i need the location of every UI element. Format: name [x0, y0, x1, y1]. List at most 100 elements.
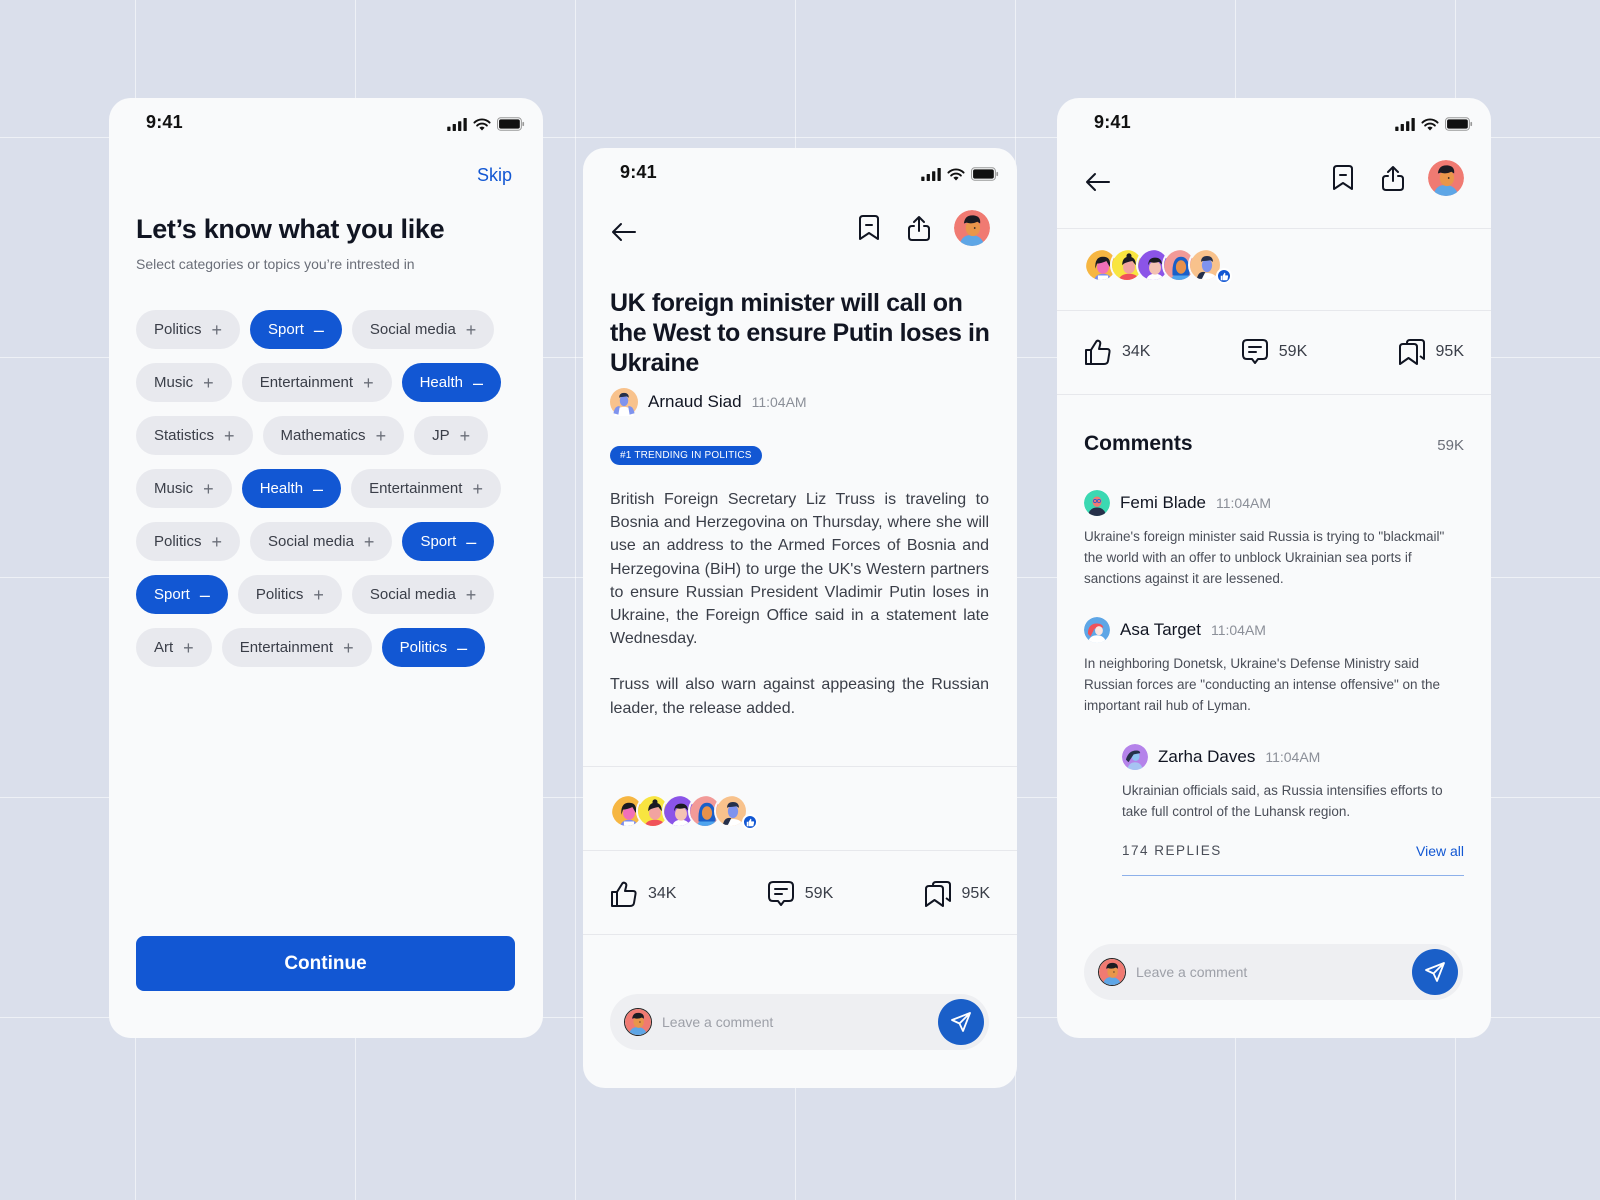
comment-input[interactable] — [1136, 964, 1412, 980]
composer-avatar — [624, 1008, 652, 1036]
bookmark-button[interactable] — [854, 213, 884, 243]
article-title: UK foreign minister will call on the Wes… — [610, 289, 990, 377]
comments-button[interactable]: 59K — [1241, 338, 1307, 366]
topic-chip[interactable]: Social media + — [351, 310, 495, 349]
status-bar: 9:41 — [1057, 98, 1491, 150]
chip-row: Music + Health – Entertainment + — [136, 469, 526, 508]
commenter-name[interactable]: Zarha Daves — [1158, 747, 1255, 767]
replies-row: 174 REPLIES View all — [1122, 843, 1464, 876]
send-button[interactable] — [938, 999, 984, 1045]
topic-chip-label: Mathematics — [280, 427, 366, 444]
topic-chip[interactable]: Entertainment + — [241, 363, 392, 402]
divider — [1057, 228, 1491, 229]
commenter-name[interactable]: Asa Target — [1120, 620, 1201, 640]
topic-chip[interactable]: Entertainment + — [351, 469, 501, 508]
comment-icon — [1241, 338, 1269, 366]
topic-chip[interactable]: Social media + — [250, 522, 393, 561]
topic-chip-label: Social media — [369, 321, 456, 338]
signal-icon — [921, 168, 941, 181]
reactor-avatars[interactable] — [610, 794, 758, 830]
topic-chip[interactable]: Sport – — [402, 522, 495, 561]
bookmarks-icon — [924, 880, 952, 908]
topic-chip-label: Sport — [154, 586, 190, 603]
nav-actions — [1328, 160, 1464, 196]
topic-chip[interactable]: Politics + — [136, 310, 241, 349]
comment-text: Ukraine's foreign minister said Russia i… — [1084, 529, 1445, 586]
comments-title: Comments — [1084, 432, 1193, 455]
topic-chip[interactable]: Sport – — [136, 575, 228, 614]
topic-chip[interactable]: Art + — [136, 628, 212, 667]
comment-item: Femi Blade 11:04AM Ukraine's foreign min… — [1084, 490, 1464, 589]
comments-screen: 9:41 34K 59K 95K Comments 59K Femi Blade… — [1057, 98, 1491, 1038]
topic-chip[interactable]: Entertainment + — [221, 628, 372, 667]
topic-chip[interactable]: Statistics + — [136, 416, 253, 455]
status-time: 9:41 — [620, 162, 657, 182]
thumbs-up-icon — [610, 880, 638, 908]
view-all-link[interactable]: View all — [1416, 843, 1464, 859]
topic-chip[interactable]: Health – — [401, 363, 501, 402]
battery-icon — [1445, 117, 1473, 131]
skip-button[interactable]: Skip — [477, 165, 512, 186]
reactor-avatars[interactable] — [1084, 248, 1232, 284]
send-icon — [949, 1010, 973, 1034]
topic-chip[interactable]: Sport – — [250, 310, 342, 349]
chip-row: Statistics + Mathematics + JP + — [136, 416, 526, 455]
bookmark-icon — [1331, 164, 1355, 192]
topic-chip[interactable]: Politics + — [237, 575, 342, 614]
comment-time: 11:04AM — [1265, 749, 1321, 765]
profile-avatar[interactable] — [1428, 160, 1464, 196]
topic-chip-label: Entertainment — [259, 374, 354, 391]
share-button[interactable] — [904, 213, 934, 243]
plus-icon: + — [459, 425, 471, 446]
topic-chip[interactable]: Music + — [136, 469, 232, 508]
thumbs-up-icon — [1084, 338, 1112, 366]
author-name[interactable]: Arnaud Siad — [648, 392, 742, 412]
plus-icon: + — [472, 478, 483, 499]
topic-chip[interactable]: Health – — [241, 469, 342, 508]
plus-icon: + — [363, 372, 374, 393]
battery-icon — [497, 117, 525, 131]
article-screen: 9:41 UK foreign minister will call on th… — [583, 148, 1017, 1088]
topic-chip[interactable]: Social media + — [351, 575, 495, 614]
topic-chip-label: Sport — [268, 321, 304, 338]
comment-input[interactable] — [662, 1014, 938, 1030]
back-button[interactable] — [611, 222, 637, 247]
user-avatar-icon — [1428, 160, 1464, 196]
topic-chip-label: Politics — [399, 639, 448, 656]
share-button[interactable] — [1378, 163, 1408, 193]
send-button[interactable] — [1412, 949, 1458, 995]
status-time: 9:41 — [1094, 112, 1131, 132]
profile-avatar[interactable] — [954, 210, 990, 246]
signal-icon — [1395, 118, 1415, 131]
saves-button[interactable]: 95K — [924, 880, 990, 908]
comment-time: 11:04AM — [1215, 495, 1271, 511]
plus-icon: + — [465, 319, 477, 340]
commenter-name[interactable]: Femi Blade — [1120, 493, 1206, 513]
chip-row: Music + Entertainment + Health – — [136, 363, 526, 402]
topic-chip[interactable]: Music + — [136, 363, 232, 402]
status-icons — [1395, 117, 1473, 131]
save-count: 95K — [1435, 343, 1464, 360]
like-badge-icon — [1216, 268, 1232, 284]
back-button[interactable] — [1085, 172, 1111, 197]
plus-icon: + — [313, 584, 324, 605]
comments-button[interactable]: 59K — [767, 880, 833, 908]
topic-chip[interactable]: Politics – — [381, 628, 486, 667]
topic-chip-label: Statistics — [154, 427, 215, 444]
like-button[interactable]: 34K — [1084, 338, 1150, 366]
minus-icon: – — [313, 478, 324, 499]
saves-button[interactable]: 95K — [1398, 338, 1464, 366]
topic-chip[interactable]: Politics + — [136, 522, 241, 561]
topic-chip[interactable]: JP + — [414, 416, 489, 455]
status-icons — [921, 167, 999, 181]
article-paragraph: British Foreign Secretary Liz Truss is t… — [610, 491, 989, 648]
continue-button[interactable]: Continue — [136, 936, 515, 991]
plus-icon: + — [375, 425, 387, 446]
trending-badge[interactable]: #1 TRENDING IN POLITICS — [610, 446, 762, 465]
bookmark-button[interactable] — [1328, 163, 1358, 193]
comments-count: 59K — [1437, 437, 1464, 454]
like-button[interactable]: 34K — [610, 880, 676, 908]
share-icon — [1380, 164, 1406, 192]
topic-chip[interactable]: Mathematics + — [262, 416, 405, 455]
nav-bar — [583, 210, 1017, 260]
